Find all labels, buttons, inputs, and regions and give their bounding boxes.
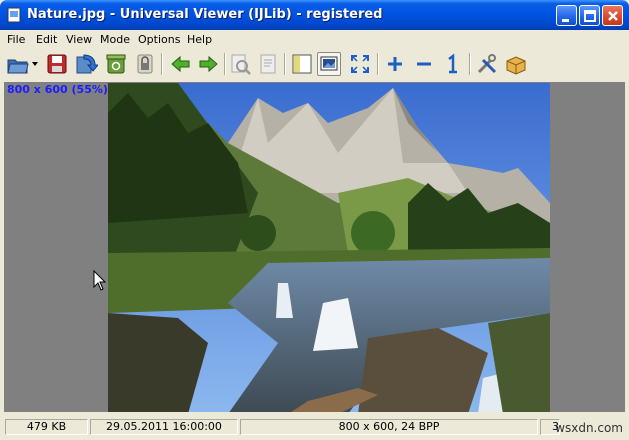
toolbar-separator xyxy=(161,53,163,75)
save-button[interactable] xyxy=(45,52,69,76)
lock-icon xyxy=(137,54,153,74)
tools-button[interactable] xyxy=(475,52,499,76)
open-folder-icon xyxy=(7,59,29,74)
mouse-cursor-icon xyxy=(93,270,107,291)
menu-mode[interactable]: Mode xyxy=(100,33,130,46)
original-size-button[interactable] xyxy=(440,52,464,76)
status-bar: 479 KB 29.05.2011 16:00:00 800 x 600, 24… xyxy=(3,417,626,437)
page-button[interactable] xyxy=(256,52,280,76)
toolbar-separator xyxy=(377,53,379,75)
copy-move-button[interactable] xyxy=(74,52,100,76)
fullscreen-button[interactable] xyxy=(348,52,372,76)
close-icon xyxy=(608,11,618,21)
close-button[interactable] xyxy=(602,5,623,26)
previous-button[interactable] xyxy=(169,52,193,76)
recycle-icon xyxy=(106,54,126,74)
page-icon xyxy=(260,54,276,74)
arrow-prev-icon xyxy=(171,55,190,73)
window-title: Nature.jpg - Universal Viewer (IJLib) - … xyxy=(27,7,383,22)
minimize-icon xyxy=(562,19,569,22)
copy-move-icon xyxy=(76,54,100,74)
open-button[interactable] xyxy=(6,52,30,76)
image-info-label: 800 x 600 (55%) xyxy=(7,83,108,96)
minimize-button[interactable] xyxy=(556,5,577,26)
toolbar-separator xyxy=(469,53,471,75)
plugin-icon xyxy=(506,56,526,75)
toolbar xyxy=(3,48,626,82)
app-icon[interactable] xyxy=(6,7,22,23)
title-bar[interactable]: Nature.jpg - Universal Viewer (IJLib) - … xyxy=(0,0,629,30)
find-button[interactable] xyxy=(229,52,253,76)
open-dropdown-button[interactable] xyxy=(30,52,40,76)
original-size-icon xyxy=(448,53,457,74)
zoom-out-button[interactable] xyxy=(412,52,436,76)
panel-button[interactable] xyxy=(290,52,314,76)
menu-edit[interactable]: Edit xyxy=(36,33,57,46)
save-icon xyxy=(47,54,67,74)
find-icon xyxy=(231,54,251,75)
zoom-in-icon xyxy=(388,57,402,71)
status-format: 800 x 600, 24 BPP xyxy=(240,419,538,435)
image-viewport[interactable]: 800 x 600 (55%) xyxy=(4,82,625,412)
dropdown-arrow-icon xyxy=(32,62,38,66)
watermark: wsxdn.com xyxy=(555,421,623,435)
menu-file[interactable]: File xyxy=(7,33,25,46)
landscape-photo xyxy=(108,83,550,412)
zoom-in-button[interactable] xyxy=(383,52,407,76)
fit-window-button[interactable] xyxy=(317,52,341,76)
tools-icon xyxy=(477,54,497,74)
maximize-button[interactable] xyxy=(579,5,600,26)
status-file-size: 479 KB xyxy=(5,419,88,435)
next-button[interactable] xyxy=(196,52,220,76)
maximize-icon xyxy=(584,10,596,22)
fit-window-icon xyxy=(320,56,338,71)
panel-icon xyxy=(292,54,312,74)
zoom-out-icon xyxy=(417,62,431,66)
toolbar-separator xyxy=(224,53,226,75)
menu-options[interactable]: Options xyxy=(138,33,180,46)
app-window: Nature.jpg - Universal Viewer (IJLib) - … xyxy=(0,0,629,440)
menu-view[interactable]: View xyxy=(66,33,92,46)
status-date: 29.05.2011 16:00:00 xyxy=(90,419,238,435)
toolbar-separator xyxy=(284,53,286,75)
fullscreen-icon xyxy=(351,55,369,73)
menu-bar: File Edit View Mode Options Help xyxy=(3,30,626,48)
plugin-button[interactable] xyxy=(504,52,528,76)
lock-button[interactable] xyxy=(133,52,157,76)
recycle-button[interactable] xyxy=(104,52,128,76)
menu-help[interactable]: Help xyxy=(187,33,212,46)
arrow-next-icon xyxy=(199,55,218,73)
